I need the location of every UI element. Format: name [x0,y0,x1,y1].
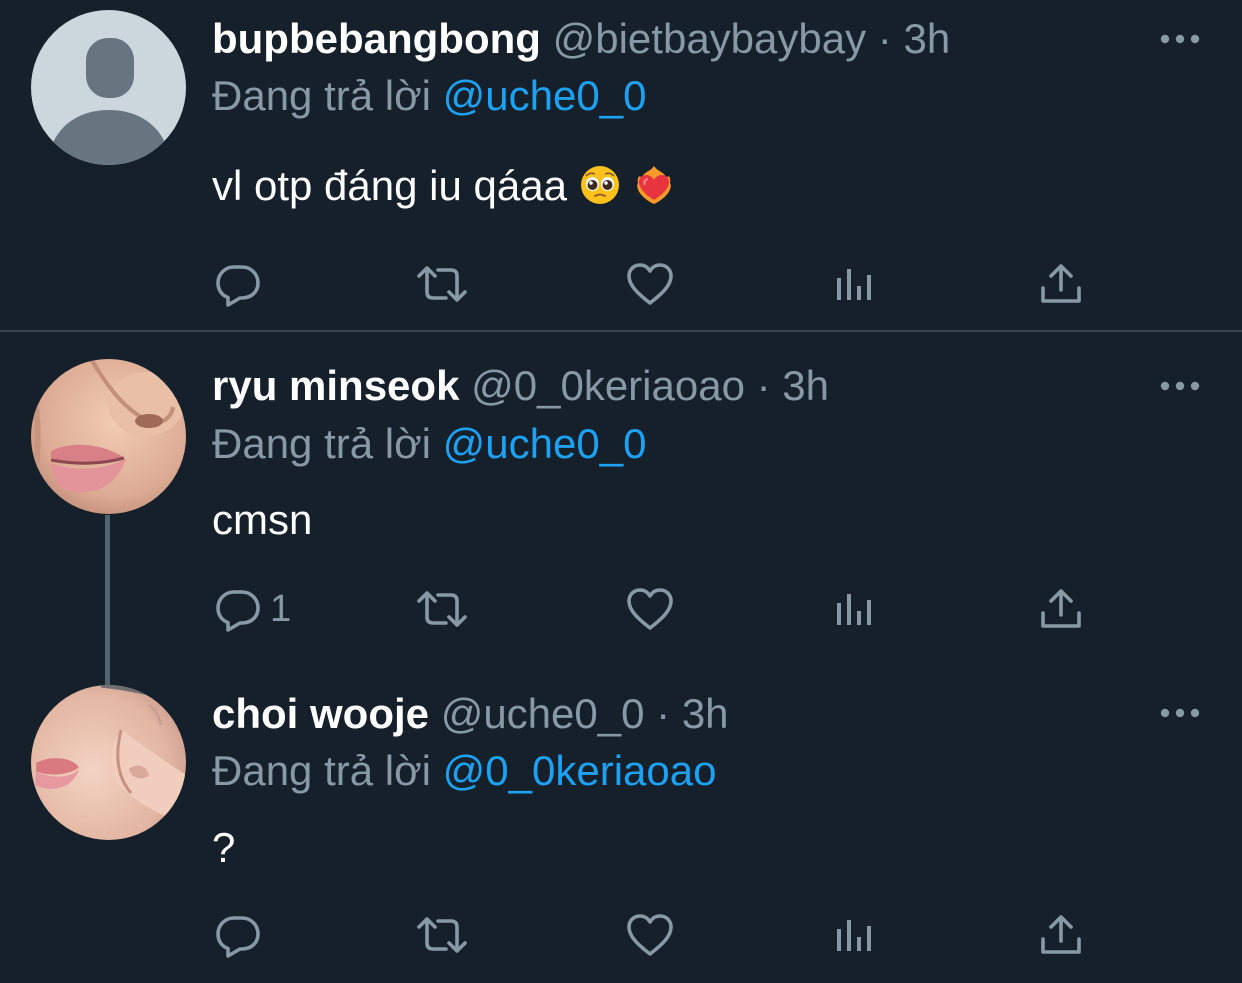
like-button[interactable] [626,258,674,310]
display-name[interactable]: bupbebangbong [212,15,541,62]
tweet-text-content: ? [212,824,236,871]
share-button[interactable] [1039,583,1083,635]
retweet-icon [416,587,468,631]
views-icon [835,266,875,302]
reply-count: 1 [270,587,292,630]
reply-prefix: Đang trả lời [212,72,431,119]
reply-mention-link[interactable]: @uche0_0 [443,72,647,119]
tweet-text-content: cmsn [212,496,313,543]
reply-icon [214,911,262,959]
heart-on-fire-emoji [633,164,675,206]
reply-mention-link[interactable]: @0_0keriaoao [443,747,717,794]
reply-context: Đang trả lời @0_0keriaoao [212,743,716,799]
tweet[interactable]: ryu minseok @0_0keriaoao · 3h Đang trả l… [0,332,1242,672]
share-button[interactable] [1039,258,1083,310]
views-button[interactable] [835,583,875,635]
reply-prefix: Đang trả lời [212,420,431,467]
tweet-header: ryu minseok @0_0keriaoao · 3h [212,358,829,414]
share-button[interactable] [1039,909,1083,961]
timestamp[interactable]: 3h [782,362,829,409]
like-button[interactable] [626,583,674,635]
user-handle[interactable]: @bietbaybaybay [553,15,867,62]
like-icon [626,587,674,631]
tweet[interactable]: bupbebangbong @bietbaybaybay · 3h Đang t… [0,0,1242,330]
retweet-icon [416,913,468,957]
more-options-icon[interactable] [1158,378,1202,394]
reply-icon [214,585,262,633]
reply-context: Đang trả lời @uche0_0 [212,416,646,472]
views-button[interactable] [835,258,875,310]
share-icon [1039,262,1083,306]
tweet-text: ? [212,820,235,876]
retweet-button[interactable] [416,909,468,961]
tweet-actions [0,909,1242,961]
tweet-text: vl otp đáng iu qáaa [212,158,675,214]
user-handle[interactable]: @uche0_0 [441,690,645,737]
tweet[interactable]: choi wooje @uche0_0 · 3h Đang trả lời @0… [0,672,1242,983]
default-avatar[interactable] [31,10,186,165]
reply-button[interactable] [214,258,270,310]
tweet-actions [0,258,1242,310]
user-handle[interactable]: @0_0keriaoao [471,362,745,409]
user-avatar[interactable] [31,359,186,514]
like-button[interactable] [626,909,674,961]
views-icon [835,591,875,627]
retweet-button[interactable] [416,258,468,310]
reply-mention-link[interactable]: @uche0_0 [443,420,647,467]
more-options-icon[interactable] [1158,705,1202,721]
reply-prefix: Đang trả lời [212,747,431,794]
display-name[interactable]: choi wooje [212,690,429,737]
tweet-header: bupbebangbong @bietbaybaybay · 3h [212,11,950,67]
retweet-button[interactable] [416,583,468,635]
tweet-header: choi wooje @uche0_0 · 3h [212,686,729,742]
timestamp[interactable]: 3h [682,690,729,737]
share-icon [1039,587,1083,631]
reply-button[interactable]: 1 [214,583,291,635]
reply-icon [214,260,262,308]
views-button[interactable] [835,909,875,961]
timestamp[interactable]: 3h [903,15,950,62]
tweet-actions: 1 [0,583,1242,635]
separator-dot: · [756,362,771,409]
like-icon [626,262,674,306]
separator-dot: · [656,690,671,737]
tweet-text-content: vl otp đáng iu qáaa [212,162,567,209]
share-icon [1039,913,1083,957]
more-options-icon[interactable] [1158,31,1202,47]
tweet-text: cmsn [212,492,312,548]
display-name[interactable]: ryu minseok [212,362,459,409]
views-icon [835,917,875,953]
reply-context: Đang trả lời @uche0_0 [212,68,646,124]
user-avatar[interactable] [31,685,186,840]
like-icon [626,913,674,957]
separator-dot: · [877,15,892,62]
retweet-icon [416,262,468,306]
reply-button[interactable] [214,909,270,961]
pleading-face-emoji [579,164,621,206]
